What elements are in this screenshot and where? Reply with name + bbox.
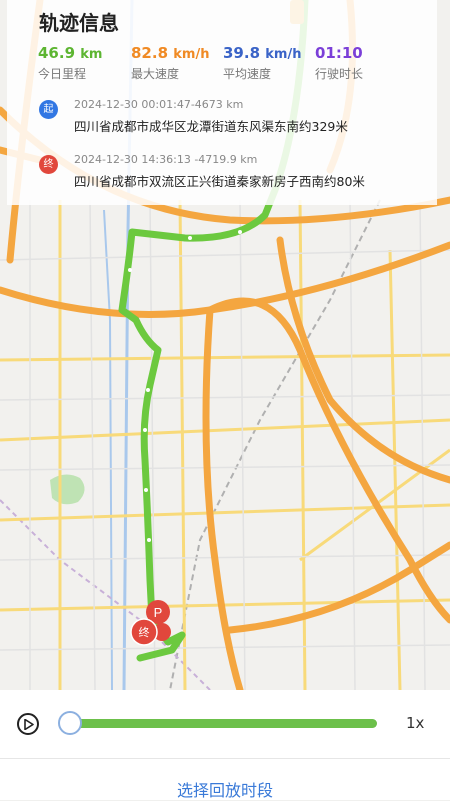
start-address: 四川省成都市成华区龙潭街道东风渠东南约329米	[74, 119, 348, 134]
stat-mileage-label: 今日里程	[38, 67, 87, 81]
playback-progress-track[interactable]	[67, 719, 377, 728]
map-view[interactable]: P 终 轨迹信息 46.9 km 今日里程 82.8 km/h 最大速度 39.…	[0, 0, 450, 690]
stat-max-speed-value: 82.8 km/h	[131, 44, 210, 62]
playback-progress-fill	[67, 719, 377, 728]
end-address: 四川省成都市双流区正兴街道秦家新房子西南约80米	[74, 174, 365, 189]
start-badge: 起	[39, 100, 58, 119]
start-meta: 2024-12-30 00:01:47-4673 km	[74, 98, 244, 111]
track-info-card: 轨迹信息 46.9 km 今日里程 82.8 km/h 最大速度 39.8 km…	[7, 0, 437, 205]
end-marker-label: 终	[139, 625, 150, 639]
footer: 选择回放时段	[0, 759, 450, 800]
park-area	[50, 474, 85, 505]
select-period-button[interactable]: 选择回放时段	[0, 777, 450, 801]
play-icon[interactable]	[17, 713, 39, 735]
track-info-title: 轨迹信息	[39, 11, 119, 35]
stat-avg-speed-label: 平均速度	[223, 67, 272, 81]
playback-speed-button[interactable]: 1x	[406, 714, 424, 732]
end-badge: 终	[39, 155, 58, 174]
parking-marker-label: P	[154, 605, 163, 620]
end-marker: 终	[130, 618, 158, 646]
stat-mileage: 46.9 km 今日里程	[38, 44, 102, 82]
stat-avg-speed-value: 39.8 km/h	[223, 44, 302, 62]
stat-duration-label: 行驶时长	[315, 67, 364, 81]
stat-max-speed: 82.8 km/h 最大速度	[131, 44, 209, 82]
playback-progress-thumb[interactable]	[58, 711, 82, 735]
stat-avg-speed: 39.8 km/h 平均速度	[223, 44, 301, 82]
playback-controls: 1x	[0, 690, 450, 758]
end-meta: 2024-12-30 14:36:13 -4719.9 km	[74, 153, 258, 166]
stat-max-speed-label: 最大速度	[131, 67, 180, 81]
stat-duration: 01:10 行驶时长	[315, 44, 363, 82]
stat-mileage-value: 46.9 km	[38, 44, 103, 62]
stat-duration-value: 01:10	[315, 44, 363, 62]
